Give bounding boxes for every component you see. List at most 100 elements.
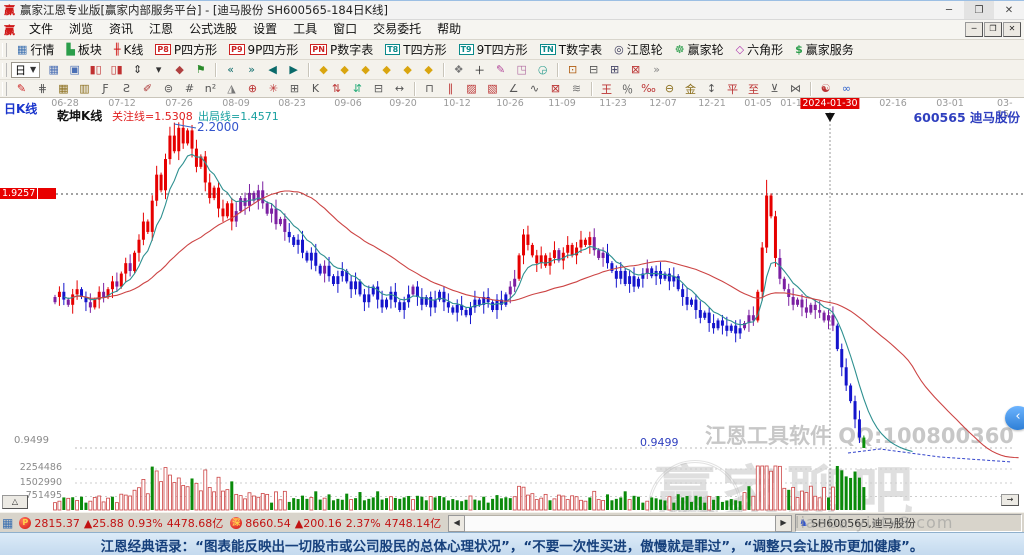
permille-icon[interactable]: ‰: [639, 80, 658, 98]
xor-tool-icon[interactable]: ⊻: [765, 80, 784, 98]
taichi-icon[interactable]: ☯: [816, 80, 835, 98]
candlestick-chart[interactable]: [0, 98, 1024, 512]
last-bar-icon[interactable]: »: [242, 61, 261, 79]
hand-tool-icon[interactable]: ❖: [449, 61, 468, 79]
horizontal-scrollbar[interactable]: ◀ ▶: [448, 514, 792, 532]
fibonacci-icon[interactable]: Ƒ: [96, 80, 115, 98]
square-number-icon[interactable]: n²: [201, 80, 220, 98]
maximize-button[interactable]: ❐: [964, 1, 994, 19]
hexagon-button[interactable]: ◇ 六角形: [730, 40, 789, 59]
collapse-sidebar-button[interactable]: ‹: [1005, 406, 1024, 430]
gann-diamond-2-icon[interactable]: ◆: [335, 61, 354, 79]
gann-diamond-6-icon[interactable]: ◆: [419, 61, 438, 79]
gann-diamond-5-icon[interactable]: ◆: [398, 61, 417, 79]
theme-icon[interactable]: ◶: [533, 61, 552, 79]
candle-pattern2-icon[interactable]: ▯▮: [107, 61, 126, 79]
gann-box2-icon[interactable]: ⊠: [546, 80, 565, 98]
diamond-tool-icon[interactable]: ◆: [170, 61, 189, 79]
mdi-close-button[interactable]: ✕: [1003, 22, 1021, 37]
scroll-left-icon[interactable]: ◀: [448, 514, 466, 532]
t-square-button[interactable]: T8 T四方形: [379, 40, 452, 59]
gann-diamond-1-icon[interactable]: ◆: [314, 61, 333, 79]
menu-item-江恩[interactable]: 江恩: [141, 20, 181, 39]
spiral-icon[interactable]: Ƨ: [117, 80, 136, 98]
target-icon[interactable]: ⊕: [243, 80, 262, 98]
next-bar-icon[interactable]: ▶: [284, 61, 303, 79]
p-number-button[interactable]: PN P数字表: [304, 40, 379, 59]
gann-wheel-button[interactable]: ◎ 江恩轮: [608, 40, 669, 59]
percent-icon[interactable]: ％: [618, 80, 637, 98]
flag-icon[interactable]: ⚑: [191, 61, 210, 79]
minimize-button[interactable]: ─: [934, 1, 964, 19]
dropdown-icon[interactable]: ▾: [149, 61, 168, 79]
menu-item-工具[interactable]: 工具: [285, 20, 325, 39]
bowtie-tool-icon[interactable]: ⋈: [786, 80, 805, 98]
gann-diamond-4-icon[interactable]: ◆: [377, 61, 396, 79]
channel-icon[interactable]: ≋: [567, 80, 586, 98]
pencil-icon[interactable]: ✎: [12, 80, 31, 98]
annotate-icon[interactable]: ✎: [491, 61, 510, 79]
toolbar-grip[interactable]: [2, 42, 7, 57]
quotes-button[interactable]: ▦ 行情: [11, 40, 60, 59]
image-tool-icon[interactable]: ◳: [512, 61, 531, 79]
toolbar-grip[interactable]: [2, 81, 7, 96]
sectors-button[interactable]: ▙ 板块: [60, 40, 107, 59]
box-icon[interactable]: ⊞: [285, 80, 304, 98]
vscale-icon[interactable]: ↕: [702, 80, 721, 98]
menu-item-文件[interactable]: 文件: [21, 20, 61, 39]
crosshair-icon[interactable]: ＋: [470, 61, 489, 79]
gann-diamond-3-icon[interactable]: ◆: [356, 61, 375, 79]
current-security-panel[interactable]: ♞ SH600565,迪马股份: [795, 514, 1022, 532]
menu-item-浏览[interactable]: 浏览: [61, 20, 101, 39]
downup-arrows-icon[interactable]: ⇵: [348, 80, 367, 98]
triangle-icon[interactable]: ◮: [222, 80, 241, 98]
frame-icon[interactable]: ▣: [65, 61, 84, 79]
width-icon[interactable]: ↔: [390, 80, 409, 98]
golden-grid-icon[interactable]: ▦: [54, 80, 73, 98]
menu-item-设置[interactable]: 设置: [245, 20, 285, 39]
candle-pattern-icon[interactable]: ▮▯: [86, 61, 105, 79]
ruler-icon[interactable]: ⋕: [33, 80, 52, 98]
monitor-icon[interactable]: ⊠: [626, 61, 645, 79]
level-icon[interactable]: 平: [723, 80, 742, 98]
menu-item-窗口[interactable]: 窗口: [325, 20, 365, 39]
toolbar-grip[interactable]: [2, 62, 7, 77]
infinity-icon[interactable]: ∞: [837, 80, 856, 98]
calendar-icon[interactable]: ⊡: [563, 61, 582, 79]
t-number-button[interactable]: TN T数字表: [534, 40, 609, 59]
golden-grid2-icon[interactable]: ▥: [75, 80, 94, 98]
menu-item-公式选股[interactable]: 公式选股: [181, 20, 245, 39]
scroll-right-icon[interactable]: ▶: [775, 514, 792, 532]
close-button[interactable]: ✕: [994, 1, 1024, 19]
menu-item-帮助[interactable]: 帮助: [429, 20, 469, 39]
grid-view-icon[interactable]: ▦: [2, 516, 13, 530]
menu-item-资讯[interactable]: 资讯: [101, 20, 141, 39]
period-selector[interactable]: 日 ▼: [11, 61, 41, 78]
flat-icon[interactable]: ⊟: [369, 80, 388, 98]
first-bar-icon[interactable]: «: [221, 61, 240, 79]
scale-icon[interactable]: ⇕: [128, 61, 147, 79]
kline-period-tab[interactable]: 日K线: [4, 100, 37, 117]
menu-item-交易委托[interactable]: 交易委托: [365, 20, 429, 39]
t9-square-button[interactable]: T9 9T四方形: [453, 40, 534, 59]
arc-icon[interactable]: ▧: [483, 80, 502, 98]
winner-service-button[interactable]: $ 赢家服务: [789, 40, 860, 59]
window-layout-icon[interactable]: ▦: [44, 61, 63, 79]
updown-arrows-icon[interactable]: ⇅: [327, 80, 346, 98]
p-square-button[interactable]: P8 P四方形: [149, 40, 223, 59]
volume-scroll-next-button[interactable]: →: [1001, 494, 1019, 506]
rays-icon[interactable]: ∥: [441, 80, 460, 98]
king-tool-icon[interactable]: 王: [597, 80, 616, 98]
gold-icon[interactable]: 金: [681, 80, 700, 98]
fan-icon[interactable]: ▨: [462, 80, 481, 98]
p9-square-button[interactable]: P9 9P四方形: [223, 40, 304, 59]
extreme-icon[interactable]: 至: [744, 80, 763, 98]
angle-icon[interactable]: ∠: [504, 80, 523, 98]
calculator-icon[interactable]: ⊟: [584, 61, 603, 79]
scrollbar-track[interactable]: [465, 514, 775, 532]
save-icon[interactable]: ⊞: [605, 61, 624, 79]
prev-bar-icon[interactable]: ◀: [263, 61, 282, 79]
kline-button[interactable]: ╫ K线: [108, 40, 150, 59]
marker-icon[interactable]: ✐: [138, 80, 157, 98]
grid-icon[interactable]: #: [180, 80, 199, 98]
